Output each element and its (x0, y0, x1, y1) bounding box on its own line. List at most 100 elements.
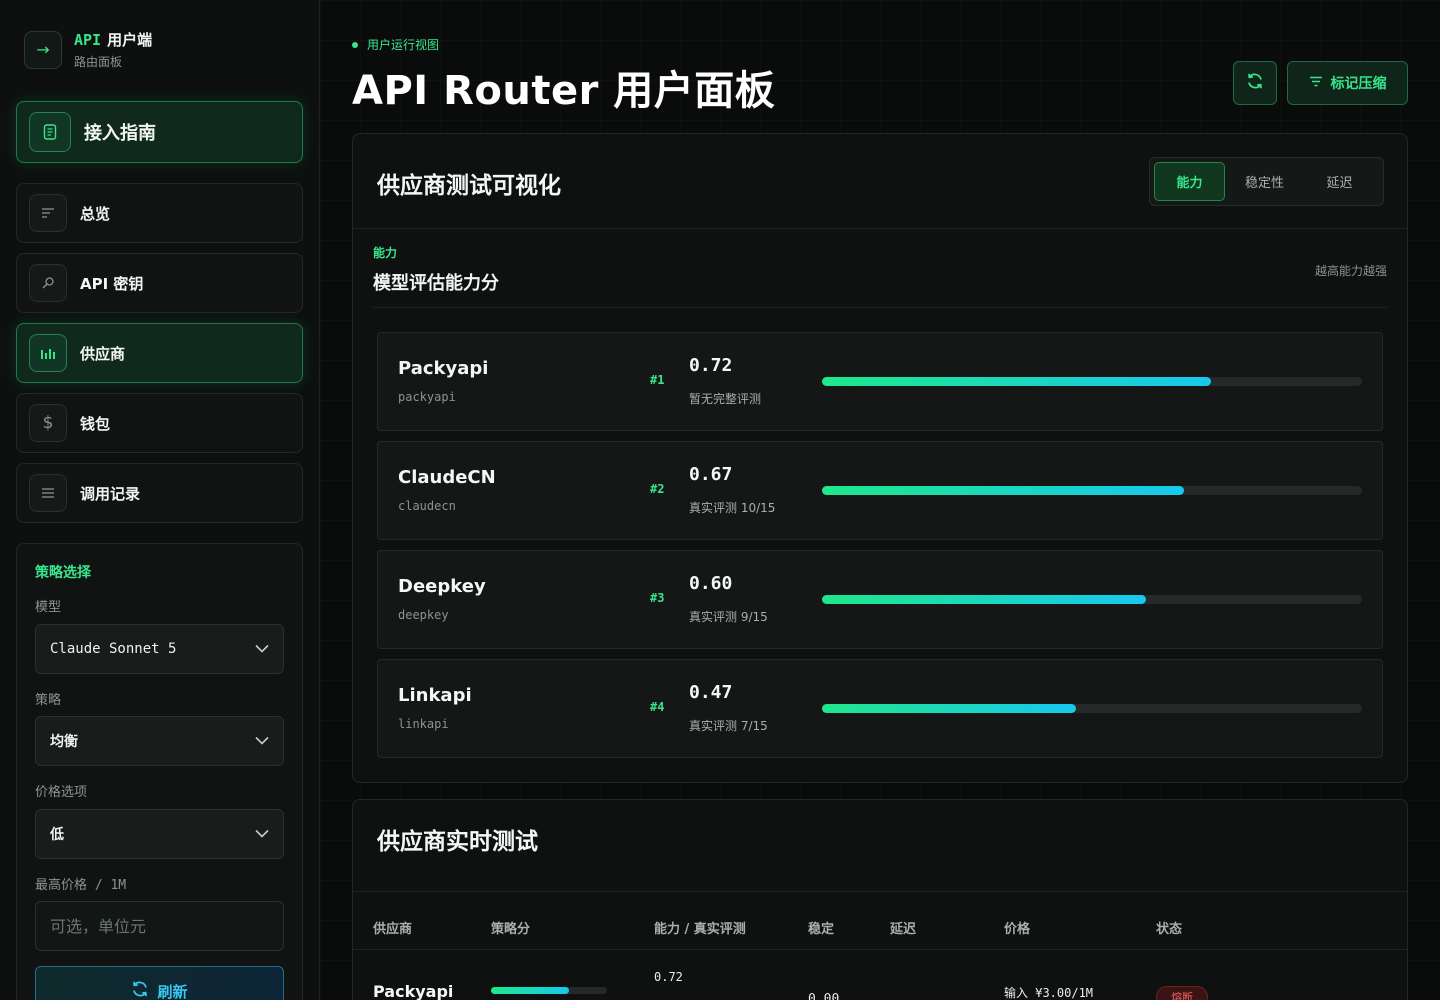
row-strategy-bar (491, 987, 607, 994)
section-hint: 越高能力越强 (1314, 264, 1387, 278)
filter-icon (1309, 75, 1323, 91)
provider-note: 真实评测 7/15 (689, 719, 768, 733)
col-provider: 供应商 (373, 922, 413, 937)
provider-name: Deepkey (398, 576, 486, 597)
strategy-title: 策略选择 (35, 565, 91, 581)
score-bar-fill (822, 704, 1076, 713)
strategy-select-value: 均衡 (50, 734, 78, 750)
nav-overview-label: 总览 (80, 204, 111, 223)
provider-score: 0.60 (689, 573, 733, 594)
nav-guide[interactable]: 接入指南 (16, 101, 303, 163)
arrow-right-icon: → (24, 30, 62, 69)
main: 用户运行视图 API Router 用户面板 标记压缩 供应商测试可视化 能力 … (352, 0, 1408, 1000)
sidebar: → API 用户端 路由面板 接入指南 总览 API 密钥 供应商 $ 钱包 调… (0, 0, 320, 1000)
viz-title: 供应商测试可视化 (377, 173, 561, 199)
brand-title-text: 用户端 (107, 31, 153, 49)
section-title: 模型评估能力分 (373, 273, 499, 294)
brand-title: API 用户端 (74, 29, 152, 50)
compress-button[interactable]: 标记压缩 (1287, 61, 1408, 105)
divider (373, 307, 1387, 308)
provider-viz-card: 供应商测试可视化 能力 稳定性 延迟 能力 模型评估能力分 越高能力越强 Pac… (352, 133, 1408, 783)
nav-wallet[interactable]: $ 钱包 (16, 393, 303, 453)
viz-tabs: 能力 稳定性 延迟 (1149, 157, 1384, 206)
provider-live-card: 供应商实时测试 供应商 策略分 能力 / 真实评测 稳定 延迟 价格 状态 Pa… (352, 799, 1408, 1000)
provider-row[interactable]: Packyapi packyapi #1 0.72 暂无完整评测 (377, 332, 1383, 431)
nav-call-logs[interactable]: 调用记录 (16, 463, 303, 523)
score-bar-fill (822, 595, 1146, 604)
key-icon (29, 264, 67, 302)
provider-row[interactable]: ClaudeCN claudecn #2 0.67 真实评测 10/15 (377, 441, 1383, 540)
provider-rank: #1 (650, 373, 665, 387)
provider-score: 0.72 (689, 355, 733, 376)
provider-row[interactable]: Linkapi linkapi #4 0.47 真实评测 7/15 (377, 659, 1383, 758)
refresh-icon (131, 980, 149, 1000)
provider-id: deepkey (398, 608, 449, 622)
dollar-icon: $ (29, 404, 67, 442)
lines-icon (29, 194, 67, 232)
max-price-input[interactable] (35, 901, 284, 951)
nav-providers[interactable]: 供应商 (16, 323, 303, 383)
chevron-down-icon (255, 733, 269, 749)
model-select[interactable]: Claude Sonnet 5 (35, 624, 284, 674)
col-strategy-score: 策略分 (491, 922, 531, 937)
provider-id: linkapi (398, 717, 449, 731)
provider-id: packyapi (398, 390, 456, 404)
bar-chart-icon (29, 334, 67, 372)
nav-wallet-label: 钱包 (80, 414, 111, 433)
provider-score: 0.47 (689, 682, 733, 703)
provider-rank: #3 (650, 591, 665, 605)
nav-api-keys-label: API 密钥 (80, 274, 144, 293)
divider (353, 891, 1407, 892)
divider (353, 949, 1407, 950)
brand-api: API (74, 31, 102, 49)
tab-stability[interactable]: 稳定性 (1229, 162, 1300, 201)
col-capability: 能力 / 真实评测 (654, 922, 746, 937)
provider-score: 0.67 (689, 464, 733, 485)
provider-note: 真实评测 9/15 (689, 610, 768, 624)
section-label: 能力 (373, 246, 398, 260)
status-badge: 熔断 (1156, 986, 1208, 1000)
score-bar-track (822, 595, 1362, 604)
col-price: 价格 (1004, 922, 1031, 937)
tab-latency[interactable]: 延迟 (1304, 162, 1375, 201)
status-dot (352, 41, 358, 48)
provider-rank: #2 (650, 482, 665, 496)
provider-note: 暂无完整评测 (689, 392, 762, 406)
provider-note: 真实评测 10/15 (689, 501, 776, 515)
score-bar-fill (822, 377, 1211, 386)
provider-row[interactable]: Deepkey deepkey #3 0.60 真实评测 9/15 (377, 550, 1383, 649)
provider-rank: #4 (650, 700, 665, 714)
chevron-down-icon (255, 641, 269, 657)
strategy-label: 策略 (35, 693, 62, 708)
score-bar-track (822, 377, 1362, 386)
brand[interactable]: → API 用户端 路由面板 (24, 29, 152, 70)
row-stability: 0.00 (808, 992, 840, 1000)
live-title: 供应商实时测试 (377, 829, 538, 855)
header-refresh-button[interactable] (1233, 61, 1277, 105)
row-provider-name: Packyapi (373, 982, 454, 1000)
divider (353, 228, 1407, 229)
strategy-select[interactable]: 均衡 (35, 716, 284, 766)
provider-id: claudecn (398, 499, 456, 513)
nav-guide-label: 接入指南 (84, 123, 156, 144)
row-strategy-fill (491, 987, 569, 994)
score-bar-fill (822, 486, 1184, 495)
max-price-label: 最高价格 / 1M (35, 878, 127, 893)
col-latency: 延迟 (890, 922, 917, 937)
row-capability: 0.72 (654, 970, 683, 984)
nav-overview[interactable]: 总览 (16, 183, 303, 243)
tab-capability[interactable]: 能力 (1154, 162, 1226, 201)
refresh-button[interactable]: 刷新 (35, 966, 284, 1000)
score-bar-track (822, 486, 1362, 495)
price-select[interactable]: 低 (35, 809, 284, 859)
model-select-value: Claude Sonnet 5 (50, 641, 177, 657)
chevron-down-icon (255, 826, 269, 842)
compress-label: 标记压缩 (1330, 76, 1387, 92)
price-select-value: 低 (50, 827, 64, 843)
nav-api-keys[interactable]: API 密钥 (16, 253, 303, 313)
page-title: API Router 用户面板 (352, 68, 776, 114)
strategy-panel: 策略选择 模型 Claude Sonnet 5 策略 均衡 价格选项 低 最高价… (16, 543, 303, 1000)
nav-call-logs-label: 调用记录 (80, 484, 141, 503)
model-label: 模型 (35, 600, 62, 615)
brand-subtitle: 路由面板 (74, 55, 123, 69)
